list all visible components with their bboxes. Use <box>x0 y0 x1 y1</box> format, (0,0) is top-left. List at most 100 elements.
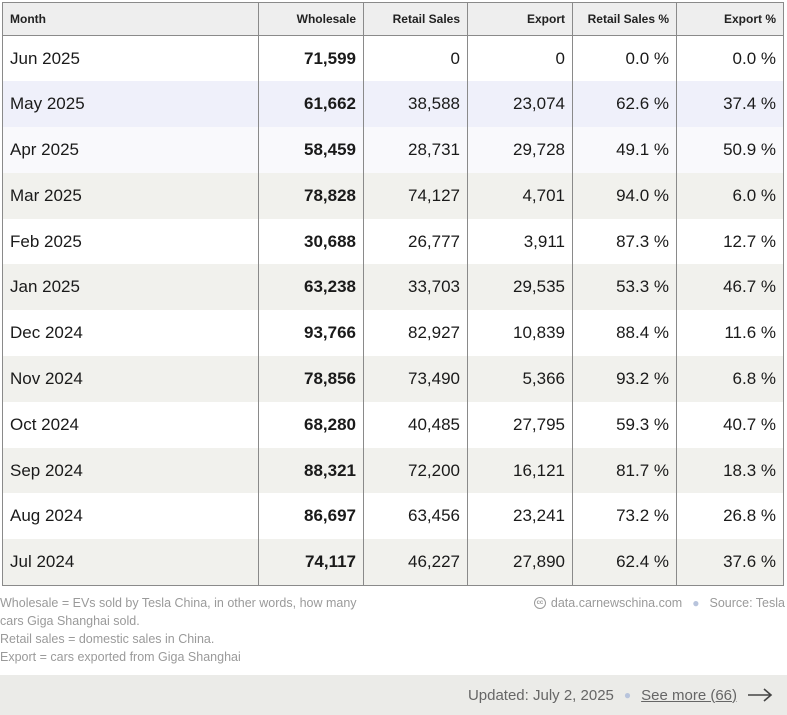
page: Month Wholesale Retail Sales Export Reta… <box>0 0 787 715</box>
cell-export: 5,366 <box>467 356 573 402</box>
cell-retail-sales-percent: 88.4 % <box>572 310 677 357</box>
cell-export: 3,911 <box>467 218 573 265</box>
cell-export-percent: 18.3 % <box>676 447 784 494</box>
cell-export: 23,241 <box>467 493 573 540</box>
table-row: Apr 2025 58,459 28,731 29,728 49.1 % 50.9 % <box>2 127 784 173</box>
table-row: Oct 2024 68,280 40,485 27,795 59.3 % 40.7 % <box>2 401 784 448</box>
cell-retail-sales-percent: 59.3 % <box>572 401 677 448</box>
see-more-link[interactable]: See more (66) <box>641 687 737 704</box>
cell-month: Dec 2024 <box>10 323 83 343</box>
sales-table: Month Wholesale Retail Sales Export Reta… <box>2 2 784 586</box>
cell-retail-sales: 40,485 <box>363 401 468 448</box>
table-row: Jul 2024 74,117 46,227 27,890 62.4 % 37.6 % <box>2 539 784 586</box>
cell-month: Apr 2025 <box>10 139 79 159</box>
cell-retail-sales-percent: 49.1 % <box>572 127 677 173</box>
cell-export: 27,890 <box>467 539 573 586</box>
source-site: data.carnewschina.com <box>550 596 683 610</box>
cell-retail-sales: 73,490 <box>363 356 468 402</box>
cell-export-percent: 11.6 % <box>676 310 784 357</box>
cell-wholesale: 61,662 <box>258 81 364 128</box>
cell-month: Sep 2024 <box>10 460 83 480</box>
table-row: Aug 2024 86,697 63,456 23,241 73.2 % 26.8 % <box>2 493 784 540</box>
cell-retail-sales-percent: 53.3 % <box>572 264 677 311</box>
cell-wholesale: 86,697 <box>258 493 364 540</box>
cell-month: May 2025 <box>10 94 85 114</box>
cell-retail-sales-percent: 62.4 % <box>572 539 677 586</box>
header-export-percent[interactable]: Export % <box>676 2 784 36</box>
table-row: Sep 2024 88,321 72,200 16,121 81.7 % 18.3 % <box>2 447 784 494</box>
cell-retail-sales-percent: 93.2 % <box>572 356 677 402</box>
table-body: Jun 2025 71,599 0 0 0.0 % 0.0 % May 2025 61,662… <box>2 35 784 586</box>
cell-month: Feb 2025 <box>10 231 82 251</box>
table-row: Mar 2025 78,828 74,127 4,701 94.0 % 6.0 % <box>2 172 784 219</box>
cell-export-percent: 26.8 % <box>676 493 784 540</box>
table-row: Jan 2025 63,238 33,703 29,535 53.3 % 46.7 % <box>2 264 784 311</box>
cell-export-percent: 0.0 % <box>676 35 784 82</box>
cell-retail-sales: 28,731 <box>363 127 468 173</box>
cell-retail-sales: 46,227 <box>363 539 468 586</box>
cell-export-percent: 6.0 % <box>676 172 784 219</box>
cell-export: 29,728 <box>467 127 573 173</box>
cell-export: 0 <box>467 35 573 82</box>
header-export[interactable]: Export <box>467 2 573 36</box>
header-wholesale[interactable]: Wholesale <box>258 2 364 36</box>
cell-wholesale: 78,828 <box>258 172 364 219</box>
creative-commons-icon: cc <box>533 597 546 609</box>
table-header-row: Month Wholesale Retail Sales Export Reta… <box>2 2 784 36</box>
source-info: cc data.carnewschina.com ● Source: Tesla <box>533 594 785 612</box>
cell-month: Nov 2024 <box>10 368 83 388</box>
cell-wholesale: 93,766 <box>258 310 364 357</box>
note-wholesale: Wholesale = EVs sold by Tesla China, in … <box>0 596 357 628</box>
cell-export-percent: 50.9 % <box>676 127 784 173</box>
table-row: Nov 2024 78,856 73,490 5,366 93.2 % 6.8 % <box>2 356 784 402</box>
separator-dot: ● <box>623 688 632 702</box>
cell-export: 29,535 <box>467 264 573 311</box>
cell-retail-sales: 26,777 <box>363 218 468 265</box>
cell-export-percent: 37.6 % <box>676 539 784 586</box>
header-retail-sales-percent[interactable]: Retail Sales % <box>572 2 677 36</box>
updated-date: Updated: July 2, 2025 <box>467 686 614 704</box>
header-month[interactable]: Month <box>2 2 259 36</box>
cell-export: 10,839 <box>467 310 573 357</box>
table-row: Dec 2024 93,766 82,927 10,839 88.4 % 11.6 % <box>2 310 784 357</box>
cell-retail-sales-percent: 94.0 % <box>572 172 677 219</box>
cell-wholesale: 30,688 <box>258 218 364 265</box>
cell-export-percent: 46.7 % <box>676 264 784 311</box>
cell-month: Oct 2024 <box>10 414 79 434</box>
cell-wholesale: 78,856 <box>258 356 364 402</box>
cell-retail-sales-percent: 81.7 % <box>572 447 677 494</box>
cell-export-percent: 6.8 % <box>676 356 784 402</box>
cell-retail-sales: 33,703 <box>363 264 468 311</box>
cell-wholesale: 74,117 <box>258 539 364 586</box>
table-notes: Wholesale = EVs sold by Tesla China, in … <box>0 594 380 666</box>
cell-month: Jan 2025 <box>10 277 80 297</box>
cell-wholesale: 71,599 <box>258 35 364 82</box>
cell-wholesale: 63,238 <box>258 264 364 311</box>
cell-retail-sales: 82,927 <box>363 310 468 357</box>
cell-wholesale: 68,280 <box>258 401 364 448</box>
cell-retail-sales-percent: 62.6 % <box>572 81 677 128</box>
footer-bar: Updated: July 2, 2025 ● See more (66) <box>0 675 787 715</box>
cell-retail-sales: 74,127 <box>363 172 468 219</box>
cell-retail-sales: 38,588 <box>363 81 468 128</box>
cell-export-percent: 37.4 % <box>676 81 784 128</box>
note-retail: Retail sales = domestic sales in China. <box>0 632 215 646</box>
table-row: Jun 2025 71,599 0 0 0.0 % 0.0 % <box>2 35 784 82</box>
cell-month: Jun 2025 <box>10 48 80 68</box>
cell-retail-sales: 63,456 <box>363 493 468 540</box>
cell-export-percent: 12.7 % <box>676 218 784 265</box>
cell-retail-sales: 72,200 <box>363 447 468 494</box>
table-row: May 2025 61,662 38,588 23,074 62.6 % 37.4 % <box>2 81 784 128</box>
cell-export-percent: 40.7 % <box>676 401 784 448</box>
separator-dot: ● <box>692 596 700 610</box>
source-label: Source: Tesla <box>709 596 785 610</box>
cell-retail-sales-percent: 87.3 % <box>572 218 677 265</box>
cell-export: 27,795 <box>467 401 573 448</box>
cell-retail-sales-percent: 73.2 % <box>572 493 677 540</box>
arrow-right-icon[interactable] <box>747 688 773 702</box>
header-retail-sales[interactable]: Retail Sales <box>363 2 468 36</box>
cell-wholesale: 58,459 <box>258 127 364 173</box>
table-row: Feb 2025 30,688 26,777 3,911 87.3 % 12.7 % <box>2 218 784 265</box>
cell-month: Aug 2024 <box>10 506 83 526</box>
cell-wholesale: 88,321 <box>258 447 364 494</box>
